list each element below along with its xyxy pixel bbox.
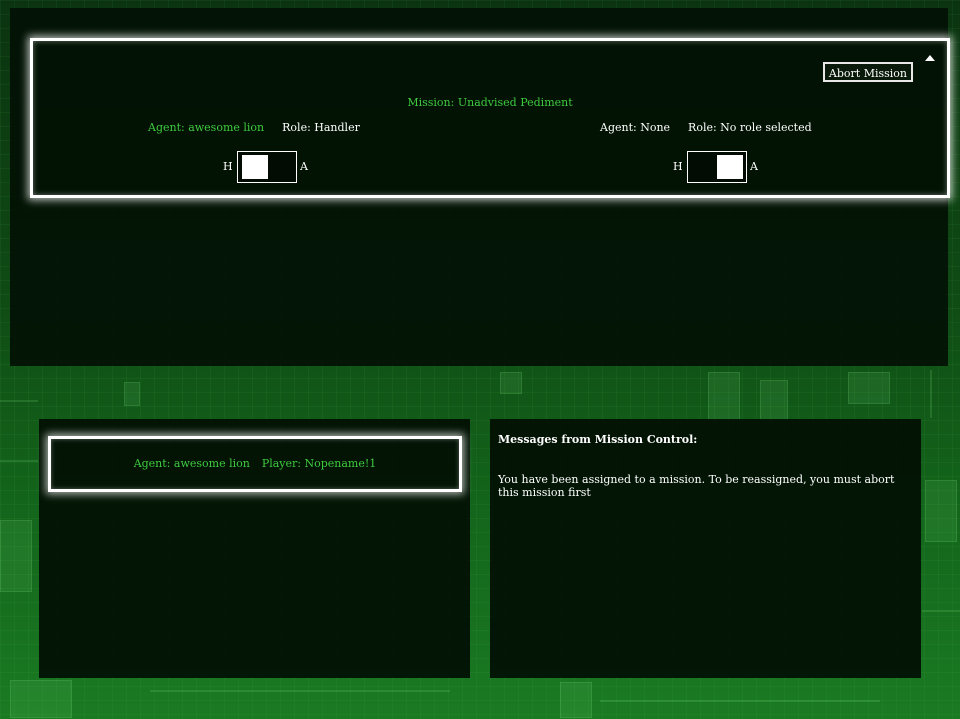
left-agent-name: Agent: awesome lion: [148, 121, 265, 134]
player-agent-name: Agent: awesome lion: [133, 457, 250, 470]
right-slider-a-label: A: [750, 160, 758, 173]
left-role-slider[interactable]: H A: [223, 151, 323, 183]
mission-panel: Abort Mission Mission: Unadvised Pedimen…: [10, 8, 950, 366]
right-agent-name: Agent: None: [600, 121, 671, 134]
collapse-triangle-icon[interactable]: [925, 55, 935, 61]
mission-box: Abort Mission Mission: Unadvised Pedimen…: [30, 38, 950, 198]
messages-panel: Messages from Mission Control: You have …: [490, 419, 921, 678]
messages-body: You have been assigned to a mission. To …: [498, 473, 895, 499]
left-slider-h-label: H: [223, 160, 233, 173]
right-slider-h-label: H: [673, 160, 683, 173]
players-panel: Agent: awesome lion Player: Nopename!1: [39, 419, 470, 678]
right-agent-row: Agent: None Role: No role selected: [600, 121, 830, 134]
left-slider-knob[interactable]: [242, 155, 268, 179]
right-role-slider[interactable]: H A: [673, 151, 773, 183]
player-entry: Agent: awesome lion Player: Nopename!1: [48, 436, 462, 492]
right-slider-track[interactable]: [687, 151, 747, 183]
abort-mission-button[interactable]: Abort Mission: [822, 62, 913, 82]
mission-title: Mission: Unadvised Pediment: [407, 96, 573, 109]
player-name: Player: Nopename!1: [261, 457, 377, 470]
right-agent-role: Role: No role selected: [688, 121, 812, 134]
left-slider-a-label: A: [300, 160, 308, 173]
left-agent-role: Role: Handler: [282, 121, 360, 134]
left-agent-row: Agent: awesome lion Role: Handler: [148, 121, 378, 134]
messages-title: Messages from Mission Control:: [498, 433, 698, 446]
left-slider-track[interactable]: [237, 151, 297, 183]
right-slider-knob[interactable]: [717, 155, 743, 179]
